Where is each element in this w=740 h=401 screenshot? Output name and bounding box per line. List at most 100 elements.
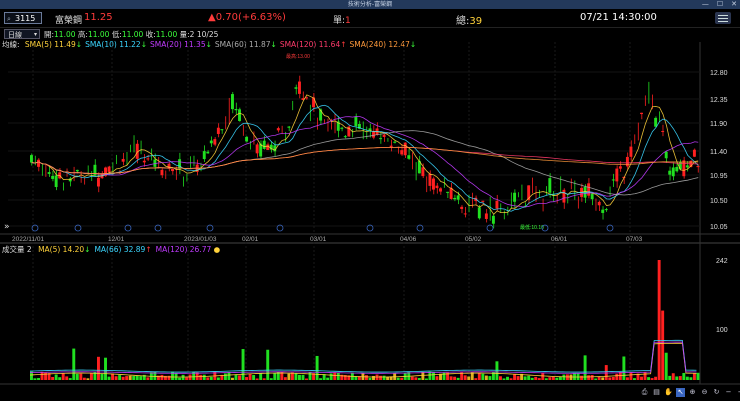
refresh-icon[interactable]: ↻ [712,388,721,397]
candle-body [75,169,79,172]
volume-tick-label: 242 [716,258,728,265]
candle-body [629,146,633,157]
candle-body [343,136,347,138]
candle-body [400,150,404,155]
volume-bar [298,374,301,380]
volume-bar [132,375,136,380]
candle-body [209,140,213,144]
candle-body [668,170,672,175]
candle-body [266,144,270,151]
volume-bar [248,374,252,380]
candle-body [491,215,495,224]
volume-bar [509,378,513,380]
volume-bar [410,376,414,380]
candle-body [421,167,425,177]
volume-bar [223,373,227,380]
volume-bar [241,349,245,380]
volume-bar [245,377,249,380]
candle-body [640,112,643,115]
volume-bar [664,352,668,380]
volume-bar [199,374,203,380]
candle-body [618,166,622,169]
plus-icon[interactable]: + [736,388,740,397]
candle-body [231,94,234,110]
candle-body [37,159,40,167]
print-icon[interactable]: ⎙ [640,388,649,397]
candle-body [407,155,411,159]
volume-bar [209,376,213,380]
volume-bar [174,373,178,380]
volume-bar [629,372,633,380]
volume-bar [548,377,552,380]
save-icon[interactable]: ▤ [652,388,661,397]
volume-ma-item: MA(120) 26.77 [155,245,212,254]
volume-bar [160,374,164,380]
date-tick-label: 03/01 [310,236,327,243]
zoom-in-icon[interactable]: ⊕ [688,388,697,397]
volume-bar [178,377,182,380]
hand-icon[interactable]: ✋ [664,388,673,397]
volume-ma-line [29,341,697,374]
minus-icon[interactable]: − [724,388,733,397]
candle-body [294,87,298,89]
volume-bar [61,373,65,380]
volume-bar [336,373,340,380]
candle-body [495,200,499,209]
volume-bar [146,377,150,380]
volume-bar [562,374,566,380]
volume-bar [72,348,76,380]
volume-bar [484,375,488,380]
candlestick-chart[interactable]: 12.80 12.35 11.90 11.40 10.95 10.50 10.05 2022/… [0,0,740,401]
volume-bar [202,374,206,380]
volume-tick-label: 100 [716,327,728,334]
volume-bar [424,378,428,380]
pointer-icon[interactable]: ↖ [676,388,685,397]
volume-legend: 成交量 2 MA(5) 14.20↓ MA(66) 32.89↑ MA(120) 2… [2,245,220,255]
volume-bar [266,349,270,380]
volume-bar [544,378,548,380]
volume-bar [118,375,122,380]
volume-bar [692,373,696,380]
candle-body [47,172,51,174]
volume-bar [551,376,555,380]
volume-bar [269,378,273,380]
volume-bar [396,377,400,380]
candle-body [654,117,658,127]
candle-body [382,134,386,137]
volume-bar [499,376,502,380]
candle-body [262,140,266,149]
volume-bar [671,373,675,380]
candle-body [671,167,675,177]
volume-bar [234,374,238,380]
volume-bar [608,377,612,380]
volume-bar [400,377,404,380]
volume-bar [227,372,231,380]
volume-bar [453,376,457,380]
candle-body [477,207,481,219]
volume-bar [506,376,509,380]
volume-bar [668,375,672,380]
date-tick-label: 07/03 [626,236,643,243]
candle-body [393,141,397,143]
candle-body [255,144,259,154]
candle-body [298,81,301,94]
volume-bar [58,377,62,380]
volume-bar [488,376,492,380]
candle-body [287,126,291,128]
volume-bar [435,376,439,380]
expand-icon[interactable]: » [4,222,10,232]
volume-bar [65,376,69,380]
candle-body [238,109,241,121]
volume-bar [611,376,615,380]
candle-body [178,159,182,169]
candle-body [54,175,58,188]
candle-body [685,165,689,168]
volume-bar [86,378,90,380]
zoom-out-icon[interactable]: ⊖ [700,388,709,397]
candle-body [234,109,238,111]
volume-bar [135,375,139,380]
volume-bar [216,377,220,380]
volume-bar [104,357,107,380]
ma-line [31,130,699,196]
candle-body [548,178,552,193]
